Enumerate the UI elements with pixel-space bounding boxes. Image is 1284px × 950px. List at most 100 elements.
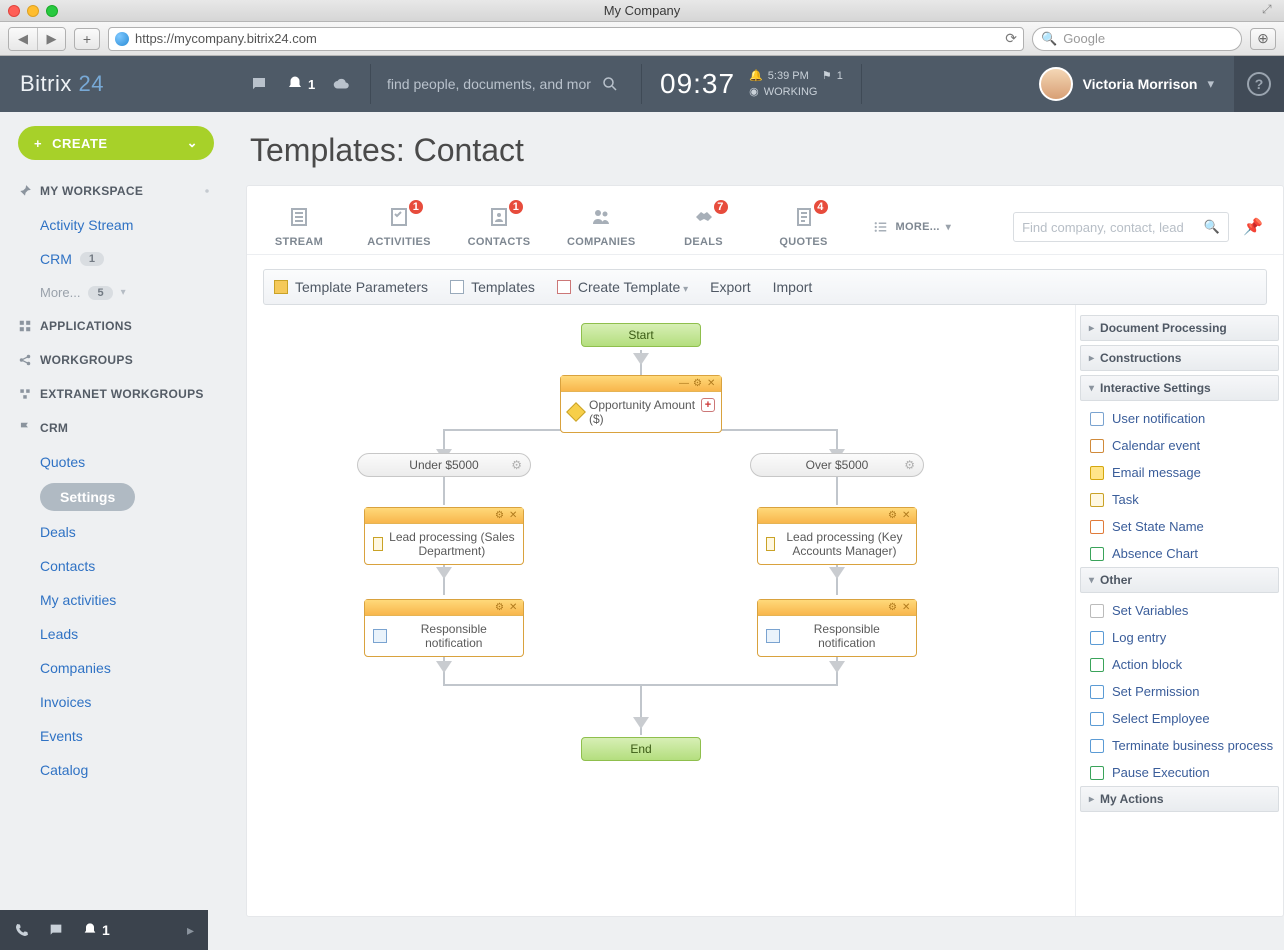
branch-over[interactable]: Over $5000⚙: [750, 453, 924, 477]
gear-icon[interactable]: ⚙: [888, 511, 898, 521]
sidebar-item-crm[interactable]: CRM1: [0, 242, 232, 276]
node-condition[interactable]: —⚙✕ Opportunity Amount ($) +: [560, 375, 722, 433]
sidebar-section-applications[interactable]: APPLICATIONS: [0, 309, 232, 343]
export-button[interactable]: Export: [710, 279, 750, 295]
help-button[interactable]: ?: [1234, 56, 1284, 112]
node-end[interactable]: End: [581, 737, 701, 761]
sidebar-item-quotes[interactable]: Quotes: [0, 445, 232, 479]
sidebar-section-workspace[interactable]: MY WORKSPACE: [0, 174, 232, 208]
chevron-right-icon[interactable]: ▸: [187, 922, 194, 939]
palette-item[interactable]: Set Permission: [1076, 678, 1283, 705]
import-button[interactable]: Import: [773, 279, 813, 295]
pin-icon[interactable]: 📌: [1243, 217, 1263, 237]
tab-contacts[interactable]: 1 CONTACTS: [467, 204, 531, 248]
palette-item[interactable]: Pause Execution: [1076, 759, 1283, 786]
palette-item[interactable]: Absence Chart: [1076, 540, 1283, 567]
workflow-canvas[interactable]: Start —⚙✕ Opportunity Amount ($) + Under…: [247, 305, 1075, 916]
create-label: CREATE: [52, 136, 107, 151]
branch-under[interactable]: Under $5000⚙: [357, 453, 531, 477]
palette-item[interactable]: Task: [1076, 486, 1283, 513]
palette-item[interactable]: Action block: [1076, 651, 1283, 678]
back-button[interactable]: ◀: [9, 28, 37, 50]
chat-icon[interactable]: [250, 75, 268, 93]
clock-widget[interactable]: 09:37 🔔5:39 PM ⚑1 ◉WORKING: [642, 68, 861, 100]
url-bar[interactable]: https://mycompany.bitrix24.com ⟳: [108, 27, 1024, 51]
notifications-button[interactable]: 1: [286, 75, 315, 93]
sidebar-item-events[interactable]: Events: [0, 719, 232, 753]
downloads-button[interactable]: ⊕: [1250, 28, 1276, 50]
minimize-icon[interactable]: —: [679, 379, 689, 389]
close-icon[interactable]: ✕: [902, 603, 912, 613]
sidebar-item-activity-stream[interactable]: Activity Stream: [0, 208, 232, 242]
forward-button[interactable]: ▶: [37, 28, 65, 50]
sidebar-item-companies[interactable]: Companies: [0, 651, 232, 685]
sidebar-item-my-activities[interactable]: My activities: [0, 583, 232, 617]
add-bookmark-button[interactable]: +: [74, 28, 100, 50]
gear-icon[interactable]: ⚙: [495, 511, 505, 521]
gear-icon[interactable]: ⚙: [888, 603, 898, 613]
palette-section-other[interactable]: Other: [1080, 567, 1279, 593]
gear-icon[interactable]: ⚙: [511, 458, 522, 472]
gear-icon[interactable]: ⚙: [495, 603, 505, 613]
sidebar-item-catalog[interactable]: Catalog: [0, 753, 232, 787]
sidebar-section-crm[interactable]: CRM: [0, 411, 232, 445]
cloud-icon[interactable]: [333, 75, 351, 93]
url-text: https://mycompany.bitrix24.com: [135, 31, 317, 46]
sidebar-item-invoices[interactable]: Invoices: [0, 685, 232, 719]
search-icon: 🔍: [1204, 219, 1220, 235]
reload-icon[interactable]: ⟳: [1005, 30, 1017, 47]
sidebar-item-settings[interactable]: Settings: [40, 483, 135, 511]
palette-section-constructions[interactable]: Constructions: [1080, 345, 1279, 371]
tab-more[interactable]: MORE...▾: [872, 218, 952, 236]
user-menu[interactable]: Victoria Morrison ▾: [1039, 67, 1214, 101]
close-icon[interactable]: ✕: [509, 511, 519, 521]
palette-section-doc[interactable]: Document Processing: [1080, 315, 1279, 341]
fullscreen-icon[interactable]: ⤢: [1262, 2, 1280, 18]
sidebar-section-workgroups[interactable]: WORKGROUPS: [0, 343, 232, 377]
logo[interactable]: Bitrix 24: [0, 71, 250, 97]
palette-item[interactable]: Terminate business process: [1076, 732, 1283, 759]
close-icon[interactable]: ✕: [707, 379, 717, 389]
add-branch-button[interactable]: +: [701, 398, 715, 412]
sidebar-section-extranet[interactable]: EXTRANET WORKGROUPS: [0, 377, 232, 411]
tab-quotes[interactable]: 4 QUOTES: [772, 204, 836, 248]
node-notif-right[interactable]: ⚙✕ Responsible notification: [757, 599, 917, 657]
sidebar-item-contacts[interactable]: Contacts: [0, 549, 232, 583]
gear-icon[interactable]: [200, 184, 214, 198]
phone-icon[interactable]: [14, 922, 30, 938]
palette-item[interactable]: Set Variables: [1076, 597, 1283, 624]
tab-activities[interactable]: 1 ACTIVITIES: [367, 204, 431, 248]
find-input[interactable]: Find company, contact, lead 🔍: [1013, 212, 1229, 242]
templates-button[interactable]: Templates: [450, 279, 535, 295]
palette-section-myactions[interactable]: My Actions: [1080, 786, 1279, 812]
sidebar-item-more[interactable]: More...5▾: [0, 276, 232, 309]
palette-section-interactive[interactable]: Interactive Settings: [1080, 375, 1279, 401]
palette-item[interactable]: Calendar event: [1076, 432, 1283, 459]
sidebar-item-leads[interactable]: Leads: [0, 617, 232, 651]
global-search[interactable]: find people, documents, and mor: [371, 75, 641, 93]
template-parameters-button[interactable]: Template Parameters: [274, 279, 428, 295]
palette-item[interactable]: Email message: [1076, 459, 1283, 486]
node-notif-left[interactable]: ⚙✕ Responsible notification: [364, 599, 524, 657]
tab-stream[interactable]: STREAM: [267, 204, 331, 248]
browser-search[interactable]: 🔍 Google: [1032, 27, 1242, 51]
close-icon[interactable]: ✕: [509, 603, 519, 613]
close-icon[interactable]: ✕: [902, 511, 912, 521]
node-lead-right[interactable]: ⚙✕ Lead processing (Key Accounts Manager…: [757, 507, 917, 565]
create-template-button[interactable]: Create Template: [557, 279, 688, 295]
palette-item[interactable]: Set State Name: [1076, 513, 1283, 540]
chevron-down-icon: ▾: [121, 287, 126, 298]
sidebar-item-deals[interactable]: Deals: [0, 515, 232, 549]
gear-icon[interactable]: ⚙: [693, 379, 703, 389]
node-start[interactable]: Start: [581, 323, 701, 347]
palette-item[interactable]: Select Employee: [1076, 705, 1283, 732]
tab-deals[interactable]: 7 DEALS: [672, 204, 736, 248]
chat-icon[interactable]: [48, 922, 64, 938]
palette-item[interactable]: Log entry: [1076, 624, 1283, 651]
tab-companies[interactable]: COMPANIES: [567, 204, 636, 248]
create-button[interactable]: + CREATE ⌄: [18, 126, 214, 160]
gear-icon[interactable]: ⚙: [904, 458, 915, 472]
notif-button[interactable]: 1: [82, 922, 110, 938]
node-lead-left[interactable]: ⚙✕ Lead processing (Sales Department): [364, 507, 524, 565]
palette-item[interactable]: User notification: [1076, 405, 1283, 432]
